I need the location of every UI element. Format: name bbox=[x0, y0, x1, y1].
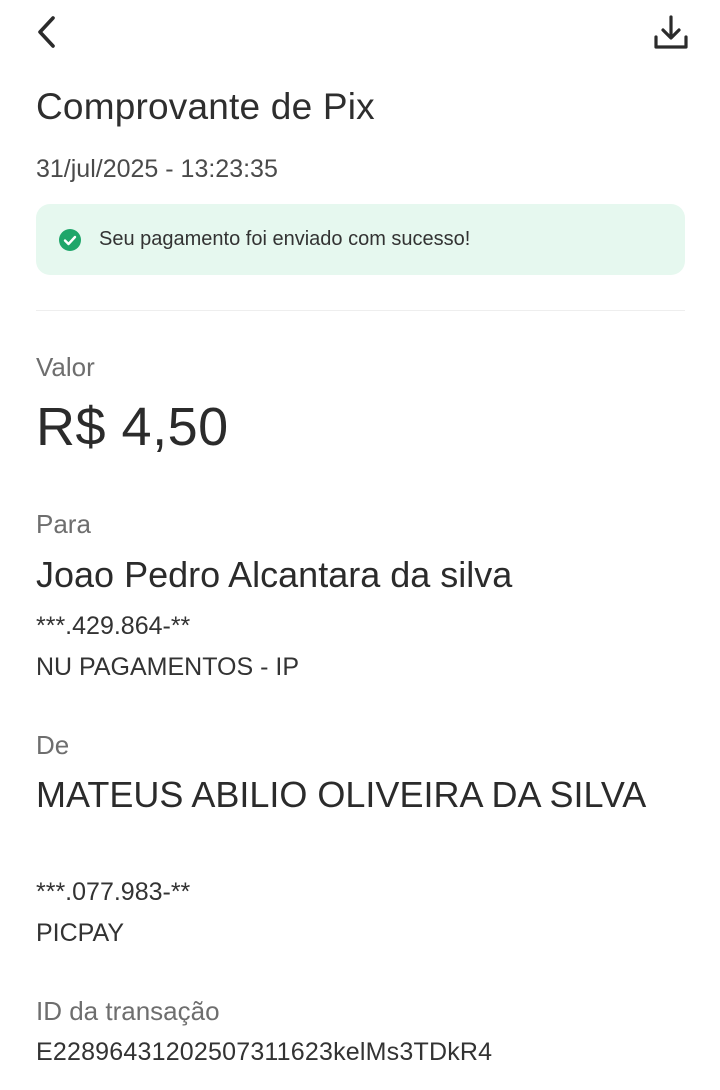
check-circle-icon bbox=[59, 228, 81, 251]
sender-name: MATEUS ABILIO OLIVEIRA DA SILVA bbox=[36, 774, 647, 815]
success-message: Seu pagamento foi enviado com sucesso! bbox=[99, 228, 471, 250]
recipient-label: Para bbox=[36, 509, 91, 539]
recipient-name: Joao Pedro Alcantara da silva bbox=[36, 554, 513, 595]
amount-label: Valor bbox=[36, 352, 95, 382]
back-button[interactable] bbox=[26, 10, 70, 54]
success-banner: Seu pagamento foi enviado com sucesso! bbox=[36, 204, 685, 275]
download-button[interactable] bbox=[648, 10, 694, 56]
page-title: Comprovante de Pix bbox=[36, 86, 375, 127]
sender-institution: PICPAY bbox=[36, 919, 124, 947]
receipt-screen: Comprovante de Pix 31/jul/2025 - 13:23:3… bbox=[0, 0, 720, 1090]
chevron-left-icon bbox=[38, 16, 55, 48]
transaction-datetime: 31/jul/2025 - 13:23:35 bbox=[36, 155, 278, 183]
transaction-id-value: E22896431202507311623kelMs3TDkR4 bbox=[36, 1038, 493, 1066]
recipient-institution: NU PAGAMENTOS - IP bbox=[36, 653, 300, 681]
download-icon bbox=[654, 15, 688, 49]
sender-label: De bbox=[36, 730, 70, 760]
divider bbox=[36, 310, 685, 311]
sender-document: ***.077.983-** bbox=[36, 878, 191, 906]
transaction-id-label: ID da transação bbox=[36, 996, 220, 1026]
recipient-document: ***.429.864-** bbox=[36, 612, 191, 640]
amount-value: R$ 4,50 bbox=[36, 397, 229, 457]
